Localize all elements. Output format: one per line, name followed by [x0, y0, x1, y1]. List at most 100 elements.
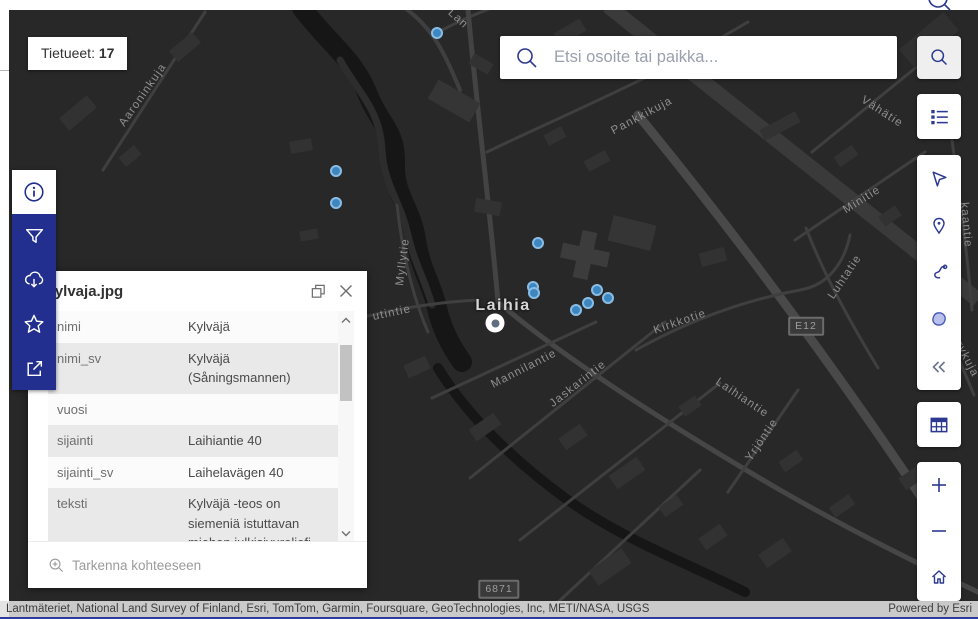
attr-value: Kylväjä (Såningsmannen): [188, 349, 338, 388]
search-input[interactable]: [552, 47, 897, 68]
favorites-button[interactable]: [12, 302, 56, 346]
street-label: Luhtatie: [826, 253, 864, 302]
select-tool-button[interactable]: [917, 155, 961, 202]
street-label: Aaroninkuja: [117, 61, 169, 128]
attr-key: nimi: [48, 317, 188, 337]
attr-value: Laihelavägen 40: [188, 463, 338, 483]
scroll-up-icon[interactable]: [338, 313, 354, 327]
attr-row: sijaintiLaihiantie 40: [48, 425, 338, 457]
attr-key: nimi_sv: [48, 349, 188, 388]
street-label: Lan: [446, 7, 471, 31]
draw-polygon-tool-button[interactable]: [917, 296, 961, 343]
street-label: Laihiantie: [713, 376, 770, 420]
attr-row: sijainti_svLaihelavägen 40: [48, 457, 338, 489]
popup-body: nimiKylväjänimi_svKylväjä (Såningsmannen…: [48, 311, 354, 542]
attr-row: nimi_svKylväjä (Såningsmannen): [48, 343, 338, 394]
search-icon: [515, 46, 539, 70]
map-tools-panel: [917, 155, 961, 390]
street-label: Yrjöntie: [743, 417, 780, 464]
zoom-to-icon: [48, 557, 65, 574]
street-label: Minitie: [841, 184, 883, 216]
home-extent-button[interactable]: [917, 554, 961, 600]
feature-point[interactable]: [431, 27, 443, 39]
popup-scrollbar[interactable]: [338, 311, 354, 542]
feature-point[interactable]: [330, 165, 342, 177]
attr-value: Kylväjä: [188, 317, 338, 337]
zoom-to-feature-label: Tarkenna kohteeseen: [72, 558, 201, 573]
selected-feature-point[interactable]: [486, 314, 505, 333]
map-pin-icon: [929, 216, 949, 236]
street-label: utintie: [372, 303, 413, 323]
feature-popup: Kylvaja.jpg nimiKylväjänimi_svKylväjä: [28, 271, 367, 588]
download-button[interactable]: [12, 258, 56, 302]
street-label: Mannilantie: [489, 347, 559, 390]
street-label: Vähätie: [859, 94, 905, 130]
zoom-to-feature-link[interactable]: Tarkenna kohteeseen: [28, 541, 367, 588]
table-icon: [928, 414, 950, 436]
road-shield: E12: [788, 317, 824, 336]
cursor-arrow-icon: [929, 168, 950, 189]
legend-list-button[interactable]: [917, 94, 961, 139]
records-count-badge: Tietueet: 17: [28, 37, 127, 70]
feature-point[interactable]: [532, 237, 544, 249]
dock-popup-button[interactable]: [309, 282, 327, 300]
attr-key: sijainti: [48, 431, 188, 451]
feature-point[interactable]: [591, 284, 603, 296]
page-top-strip: [0, 0, 978, 10]
city-label: Laihia: [475, 297, 530, 315]
cloud-download-icon: [23, 269, 45, 291]
attr-key: teksti: [48, 494, 188, 542]
close-icon: [338, 283, 354, 299]
scroll-down-icon[interactable]: [338, 526, 354, 540]
draw-line-tool-button[interactable]: [917, 249, 961, 296]
collapse-toolbar-button[interactable]: [917, 343, 961, 390]
dock-icon: [310, 283, 327, 300]
filter-funnel-icon: [24, 226, 45, 247]
attr-key: sijainti_sv: [48, 463, 188, 483]
feature-point[interactable]: [582, 297, 594, 309]
feature-point[interactable]: [528, 287, 540, 299]
home-icon: [929, 567, 949, 587]
attr-row: nimiKylväjä: [48, 311, 338, 343]
feature-point[interactable]: [602, 292, 614, 304]
attr-row: tekstiKylväjä -teos on siemeniä istuttav…: [48, 488, 338, 542]
polygon-blob-icon: [928, 309, 950, 331]
street-label: Myllytie: [394, 237, 412, 286]
squiggle-line-icon: [929, 262, 950, 283]
attribution-sources: Lantmäteriet, National Land Survey of Fi…: [6, 603, 649, 615]
plus-icon: [930, 476, 948, 494]
search-icon: [929, 47, 950, 68]
filter-button[interactable]: [12, 214, 56, 258]
attr-value: Laihiantie 40: [188, 431, 338, 451]
feature-point[interactable]: [330, 197, 342, 209]
info-icon: [23, 181, 45, 203]
zoom-in-button[interactable]: [917, 462, 961, 508]
road-shield: 6871: [478, 580, 519, 599]
search-icon: [924, 0, 956, 10]
page-left-strip: [0, 10, 9, 190]
search-toggle-button[interactable]: [917, 36, 961, 79]
widget-toolbar: [12, 170, 56, 390]
info-button[interactable]: [12, 170, 56, 214]
street-label: Kirkkotie: [652, 307, 708, 336]
close-popup-button[interactable]: [337, 282, 355, 300]
zoom-out-button[interactable]: [917, 508, 961, 554]
attribute-table-button[interactable]: [917, 402, 961, 447]
attr-value: Kylväjä -teos on siemeniä istuttavan mie…: [188, 494, 338, 542]
attr-row: vuosi: [48, 394, 338, 426]
app-window: { "colors":{"accent_navy":"#222f8e","ico…: [0, 0, 978, 619]
list-icon: [928, 106, 950, 128]
street-label: Jaskarintie: [547, 358, 608, 409]
double-chevron-left-icon: [929, 357, 949, 377]
minus-icon: [930, 522, 948, 540]
records-label: Tietueet:: [41, 45, 95, 61]
feature-point[interactable]: [570, 304, 582, 316]
scrollbar-thumb[interactable]: [340, 345, 352, 401]
share-button[interactable]: [12, 346, 56, 390]
map-attribution: Lantmäteriet, National Land Survey of Fi…: [0, 601, 978, 617]
records-count: 17: [99, 45, 115, 61]
street-label: Pankkikuja: [609, 95, 674, 137]
pin-tool-button[interactable]: [917, 202, 961, 249]
share-export-icon: [24, 358, 45, 379]
search-bar: [500, 36, 897, 79]
